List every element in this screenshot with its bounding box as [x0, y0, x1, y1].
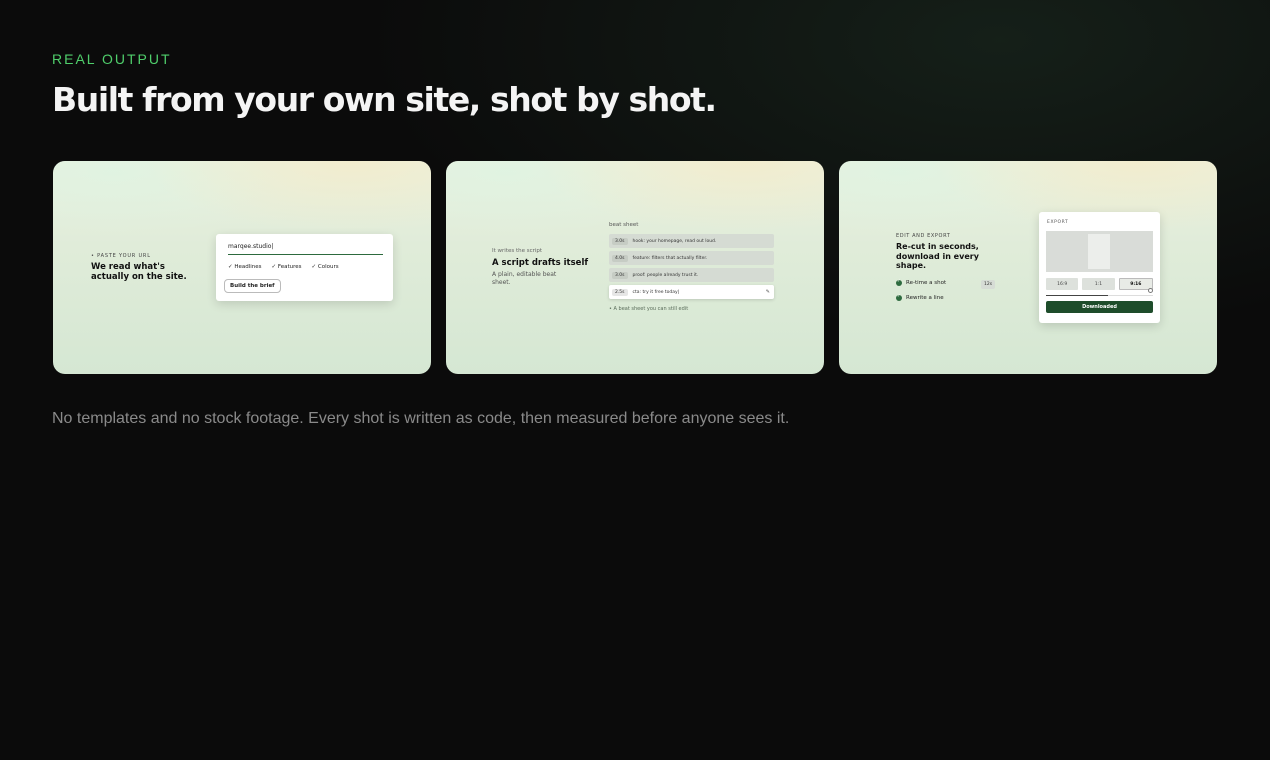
url-panel: marqee.studio| ✓ Headlines ✓ Features ✓ …: [216, 234, 393, 301]
export-progress-fill: [1046, 295, 1109, 296]
cursor-icon: [1148, 288, 1153, 293]
beat-row-active: 2.5s cta: try it free today| ✎: [609, 285, 774, 299]
section-footnote: No templates and no stock footage. Every…: [52, 410, 790, 427]
pencil-icon: ✎: [765, 289, 770, 295]
card-tag: EDIT AND EXPORT: [896, 233, 951, 239]
check-features: ✓ Features: [271, 264, 302, 270]
beat-text: cta: try it free today|: [632, 289, 680, 295]
card-tag: • PASTE YOUR URL: [91, 253, 151, 259]
beat-text: feature: filters that actually filter.: [632, 255, 708, 261]
preview-frame: [1088, 234, 1110, 269]
card-script[interactable]: It writes the script A script drafts its…: [446, 161, 824, 374]
beat-duration: 3.0s: [612, 271, 628, 279]
check-item-rewrite: Rewrite a line: [896, 294, 944, 301]
url-input: marqee.studio|: [228, 243, 383, 255]
check-circle-icon: [896, 294, 902, 301]
build-brief-button: Build the brief: [224, 279, 281, 293]
card-subtitle: A plain, editable beat sheet.: [492, 271, 557, 286]
video-preview: [1046, 231, 1153, 272]
export-panel: EXPORT 16:9 1:1 9:16 Downloaded: [1039, 212, 1160, 323]
check-circle-icon: [896, 279, 902, 286]
check-item-label: Rewrite a line: [906, 295, 944, 301]
card-title: A script drafts itself: [492, 258, 589, 268]
beat-text: proof: people already trust it.: [632, 272, 699, 278]
duration-badge: 12s: [981, 280, 996, 289]
card-title: Re-cut in seconds, download in every sha…: [896, 242, 979, 270]
aspect-ratio-options: 16:9 1:1 9:16: [1046, 278, 1153, 290]
beat-row: 3.0s proof: people already trust it.: [609, 268, 774, 282]
section-eyebrow: REAL OUTPUT: [52, 51, 172, 67]
beat-row: 4.0s feature: filters that actually filt…: [609, 251, 774, 265]
beat-sheet-label: beat sheet: [609, 222, 639, 228]
card-caption: • A beat sheet you can still edit: [609, 306, 689, 312]
beat-sheet-list: 3.0s hook: your homepage, read out loud.…: [609, 234, 774, 302]
beat-text: hook: your homepage, read out loud.: [632, 238, 717, 244]
check-list: ✓ Headlines ✓ Features ✓ Colours: [228, 264, 339, 270]
check-colours: ✓ Colours: [311, 264, 339, 270]
card-paste-url[interactable]: • PASTE YOUR URL We read what's actually…: [53, 161, 431, 374]
downloaded-button: Downloaded: [1046, 301, 1153, 313]
card-export[interactable]: EDIT AND EXPORT Re-cut in seconds, downl…: [839, 161, 1217, 374]
beat-duration: 3.0s: [612, 237, 628, 245]
check-item-retime: Re-time a shot: [896, 279, 947, 286]
ratio-1-1: 1:1: [1082, 278, 1115, 290]
export-panel-title: EXPORT: [1047, 220, 1069, 225]
check-headlines: ✓ Headlines: [228, 264, 262, 270]
beat-row: 3.0s hook: your homepage, read out loud.: [609, 234, 774, 248]
section-headline: Built from your own site, shot by shot.: [52, 80, 717, 119]
card-title: We read what's actually on the site.: [91, 262, 187, 282]
showcase-cards: • PASTE YOUR URL We read what's actually…: [53, 161, 1217, 374]
card-tag: It writes the script: [492, 248, 543, 254]
export-progress-bar: [1046, 295, 1153, 296]
beat-duration: 4.0s: [612, 254, 628, 262]
check-item-label: Re-time a shot: [906, 280, 947, 286]
ratio-16-9: 16:9: [1046, 278, 1079, 290]
beat-duration: 2.5s: [612, 288, 628, 296]
